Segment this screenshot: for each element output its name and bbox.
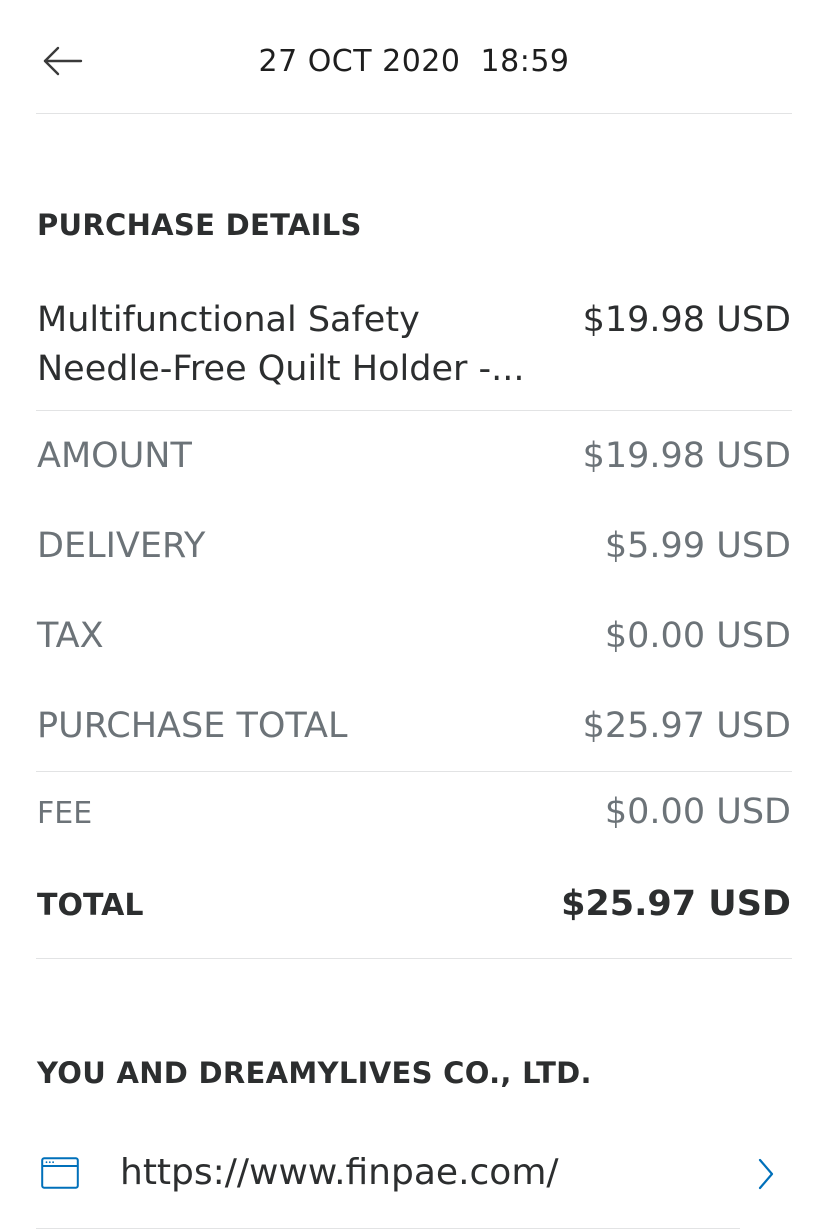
delivery-value: $5.99 USD [604, 526, 791, 566]
divider [36, 1228, 740, 1229]
item-name-line1: Multifunctional Safety [37, 300, 420, 340]
divider [36, 410, 792, 411]
fee-row: FEE $0.00 USD [37, 792, 791, 832]
purchase-details-heading: PURCHASE DETAILS [37, 208, 362, 242]
delivery-row: DELIVERY $5.99 USD [37, 526, 791, 566]
total-label: TOTAL [37, 888, 144, 923]
item-name: Multifunctional Safety Needle-Free Quilt… [37, 296, 577, 394]
merchant-heading: YOU AND DREAMYLIVES CO., LTD. [37, 1056, 592, 1090]
amount-row: AMOUNT $19.98 USD [37, 436, 791, 476]
fee-label: FEE [37, 796, 93, 831]
item-price: $19.98 USD [582, 300, 791, 340]
item-name-line2: Needle-Free Quilt Holder -... [37, 349, 525, 389]
delivery-label: DELIVERY [37, 526, 206, 566]
amount-value: $19.98 USD [582, 436, 791, 476]
divider [36, 771, 792, 772]
tax-label: TAX [37, 616, 104, 656]
divider [36, 958, 792, 959]
purchase-total-label: PURCHASE TOTAL [37, 706, 348, 746]
merchant-website-link[interactable]: https://www.finpae.com/ [36, 1138, 792, 1218]
purchase-total-value: $25.97 USD [582, 706, 791, 746]
chevron-right-icon [758, 1158, 774, 1190]
fee-value: $0.00 USD [604, 792, 791, 832]
merchant-website-url[interactable]: https://www.finpae.com/ [120, 1152, 559, 1193]
browser-window-icon [41, 1157, 79, 1189]
tax-value: $0.00 USD [604, 616, 791, 656]
transaction-datetime: 27 OCT 2020 18:59 [258, 44, 570, 79]
total-row: TOTAL $25.97 USD [37, 884, 791, 924]
divider [36, 113, 792, 114]
tax-row: TAX $0.00 USD [37, 616, 791, 656]
total-value: $25.97 USD [561, 884, 791, 924]
purchase-total-row: PURCHASE TOTAL $25.97 USD [37, 706, 791, 746]
amount-label: AMOUNT [37, 436, 192, 476]
header-bar: 27 OCT 2020 18:59 [0, 0, 828, 114]
